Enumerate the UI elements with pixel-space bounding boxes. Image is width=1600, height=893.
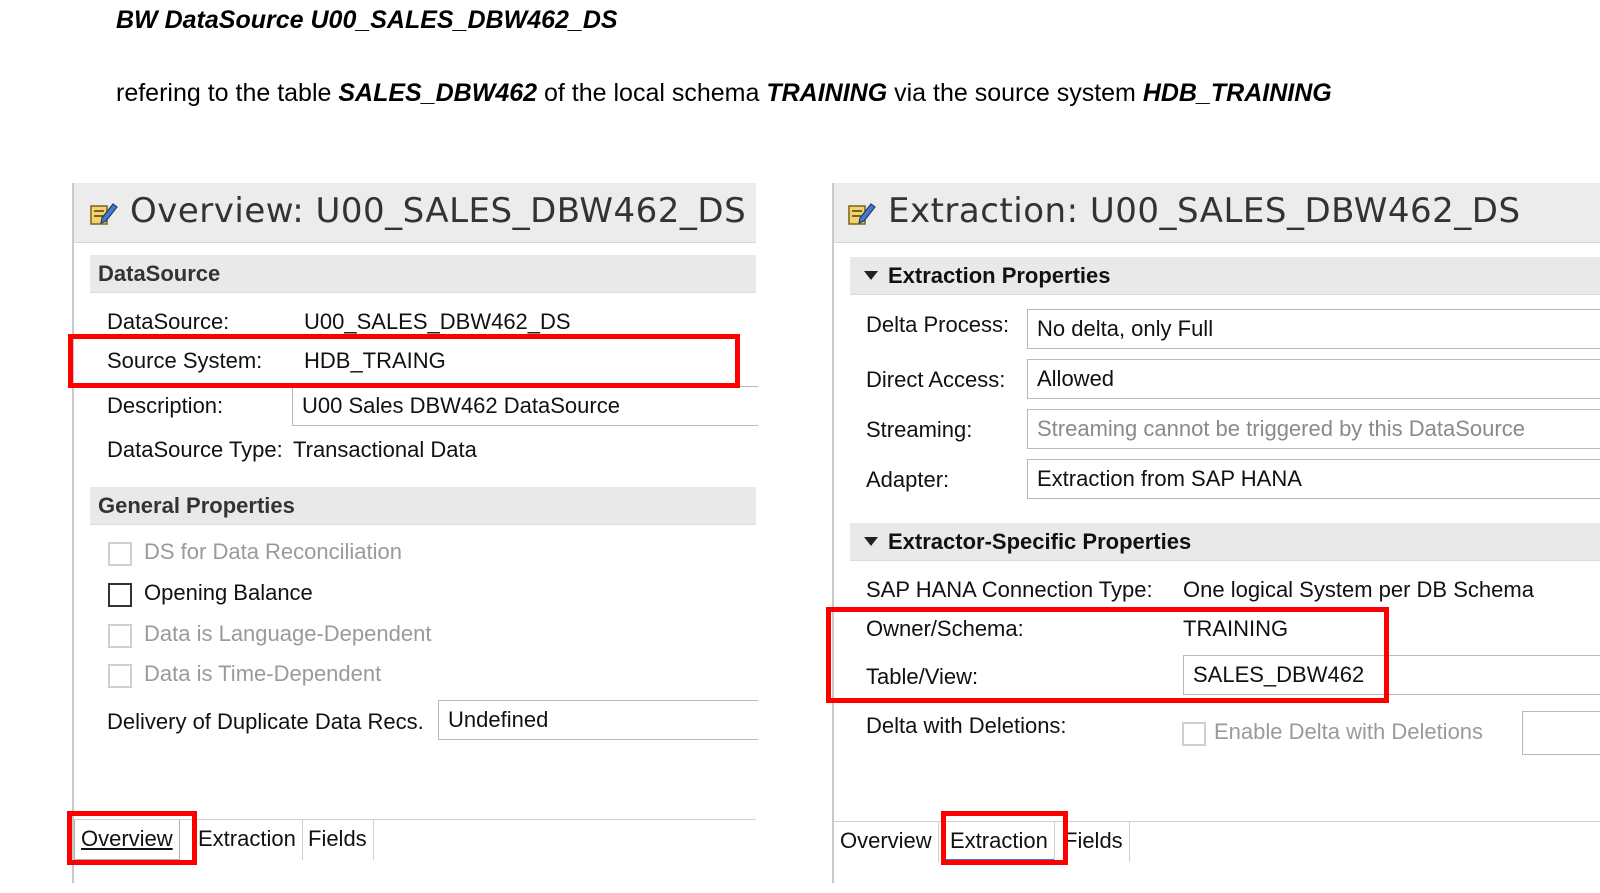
tab-extraction[interactable]: Extraction — [192, 820, 303, 860]
datasource-edit-icon — [848, 203, 876, 225]
subline-schema: TRAINING — [766, 79, 888, 107]
datasource-value: U00_SALES_DBW462_DS — [304, 309, 571, 334]
overview-title: Overview: U00_SALES_DBW462_DS — [130, 191, 747, 231]
tab-overview[interactable]: Overview — [834, 822, 939, 862]
datasource-section-label: DataSource — [98, 261, 221, 286]
source-system-label: Source System: — [107, 348, 263, 373]
duplicate-records-label: Delivery of Duplicate Data Recs. — [107, 709, 424, 734]
overview-title-bar: Overview: U00_SALES_DBW462_DS — [74, 183, 756, 243]
datasource-type-label: DataSource Type: — [107, 437, 283, 462]
delta-deletions-checkbox-label: Enable Delta with Deletions — [1214, 719, 1484, 744]
table-view-label: Table/View: — [866, 664, 979, 689]
extraction-panel: Extraction: U00_SALES_DBW462_DS Extracti… — [832, 183, 1600, 883]
extraction-tabbar: Overview Extraction Fields — [834, 821, 1600, 862]
table-view-field[interactable]: SALES_DBW462 — [1183, 655, 1600, 695]
opening-balance-label: Opening Balance — [144, 580, 313, 605]
description-label: Description: — [107, 393, 224, 418]
language-dependent-label: Data is Language-Dependent — [144, 621, 432, 646]
delta-deletions-label: Delta with Deletions: — [866, 713, 1067, 738]
ds-reconciliation-label: DS for Data Reconciliation — [144, 539, 403, 564]
subline-source-system: HDB_TRAINING — [1142, 79, 1332, 107]
delta-deletions-checkbox[interactable] — [1182, 722, 1206, 746]
streaming-field: Streaming cannot be triggered by this Da… — [1027, 409, 1600, 449]
adapter-field[interactable]: Extraction from SAP HANA — [1027, 459, 1600, 499]
source-system-value: HDB_TRAING — [304, 348, 446, 373]
description-field[interactable]: U00 Sales DBW462 DataSource — [292, 386, 758, 426]
duplicate-records-field[interactable]: Undefined — [438, 700, 758, 740]
tab-overview[interactable]: Overview — [74, 820, 180, 860]
extractor-specific-label: Extractor-Specific Properties — [888, 529, 1192, 554]
time-dependent-label: Data is Time-Dependent — [144, 661, 382, 686]
extractor-specific-section-header[interactable]: Extractor-Specific Properties — [850, 523, 1600, 561]
document-subline: refering to the table SALES_DBW462 of th… — [116, 79, 1332, 108]
ds-reconciliation-checkbox[interactable] — [108, 542, 132, 566]
adapter-label: Adapter: — [866, 467, 950, 492]
general-properties-section-header[interactable]: General Properties — [90, 487, 756, 525]
direct-access-field[interactable]: Allowed — [1027, 359, 1600, 399]
subline-text-3: via the source system — [887, 79, 1143, 107]
extraction-title: Extraction: U00_SALES_DBW462_DS — [888, 191, 1521, 231]
overview-tabbar: Overview Extraction Fields — [74, 819, 756, 860]
collapse-triangle-icon — [864, 271, 878, 280]
document-heading: BW DataSource U00_SALES_DBW462_DS — [116, 6, 618, 34]
tab-extraction[interactable]: Extraction — [944, 822, 1055, 862]
datasource-type-value: Transactional Data — [293, 437, 477, 462]
delta-process-label: Delta Process: — [866, 312, 1010, 337]
tab-fields[interactable]: Fields — [1058, 822, 1130, 862]
collapse-triangle-icon — [864, 537, 878, 546]
owner-schema-label: Owner/Schema: — [866, 616, 1024, 641]
streaming-label: Streaming: — [866, 417, 973, 442]
time-dependent-checkbox[interactable] — [108, 664, 132, 688]
connection-type-label: SAP HANA Connection Type: — [866, 577, 1153, 602]
general-properties-label: General Properties — [98, 493, 295, 518]
extraction-properties-label: Extraction Properties — [888, 263, 1111, 288]
opening-balance-checkbox[interactable] — [108, 583, 132, 607]
subline-text-2: of the local schema — [537, 79, 767, 107]
connection-type-value: One logical System per DB Schema — [1183, 577, 1534, 602]
overview-panel: Overview: U00_SALES_DBW462_DS DataSource… — [72, 183, 758, 883]
datasource-label: DataSource: — [107, 309, 230, 334]
delta-deletions-extra-field[interactable] — [1522, 711, 1600, 755]
extraction-title-bar: Extraction: U00_SALES_DBW462_DS — [834, 183, 1600, 243]
datasource-edit-icon — [90, 203, 118, 225]
extraction-properties-section-header[interactable]: Extraction Properties — [850, 257, 1600, 295]
delta-process-field[interactable]: No delta, only Full — [1027, 309, 1600, 349]
tab-fields[interactable]: Fields — [302, 820, 374, 860]
datasource-section-header[interactable]: DataSource — [90, 255, 756, 293]
subline-text-1: refering to the table — [116, 79, 339, 107]
subline-table: SALES_DBW462 — [338, 79, 538, 107]
language-dependent-checkbox[interactable] — [108, 624, 132, 648]
direct-access-label: Direct Access: — [866, 367, 1006, 392]
owner-schema-value: TRAINING — [1183, 616, 1289, 641]
